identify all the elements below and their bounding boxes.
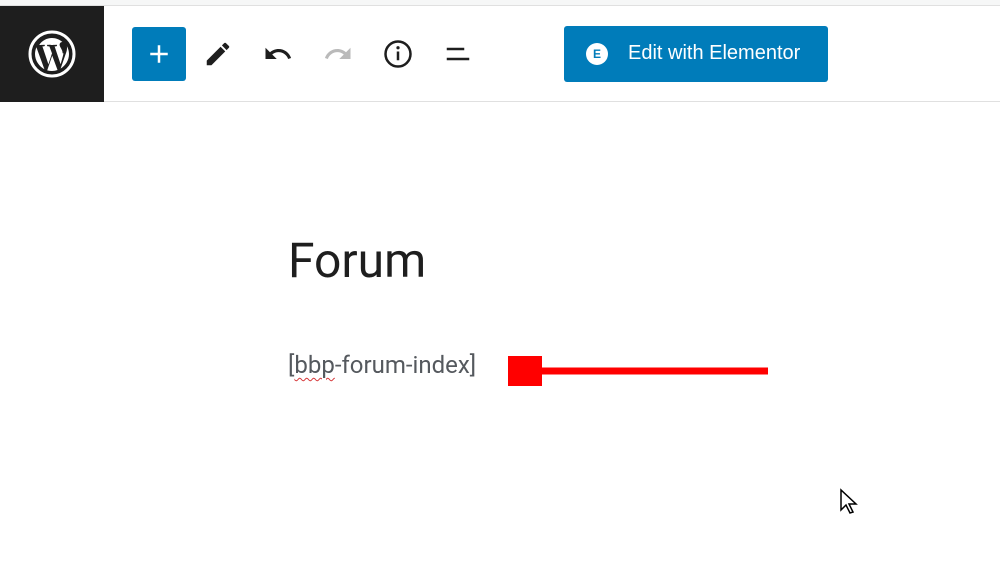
plus-icon — [144, 39, 174, 69]
undo-icon — [263, 39, 293, 69]
info-button[interactable] — [370, 26, 426, 82]
shortcode-block[interactable]: [bbp-forum-index] — [288, 351, 1000, 379]
edit-button[interactable] — [190, 26, 246, 82]
add-block-button[interactable] — [132, 27, 186, 81]
page-title[interactable]: Forum — [288, 232, 1000, 289]
outline-button[interactable] — [430, 26, 486, 82]
outline-icon — [443, 39, 473, 69]
editor-toolbar: E Edit with Elementor — [0, 6, 1000, 102]
shortcode-spellcheck-error: bbp — [294, 351, 334, 379]
toolbar-button-group — [104, 26, 486, 82]
edit-with-elementor-button[interactable]: E Edit with Elementor — [564, 26, 828, 82]
wordpress-icon — [28, 30, 76, 78]
info-icon — [383, 39, 413, 69]
elementor-icon: E — [586, 43, 608, 65]
redo-button[interactable] — [310, 26, 366, 82]
redo-icon — [323, 39, 353, 69]
wordpress-logo-button[interactable] — [0, 6, 104, 102]
elementor-button-label: Edit with Elementor — [628, 42, 800, 65]
editor-content-area[interactable]: Forum [bbp-forum-index] — [0, 102, 1000, 379]
shortcode-rest: -forum-index] — [335, 351, 476, 379]
pencil-icon — [203, 39, 233, 69]
undo-button[interactable] — [250, 26, 306, 82]
mouse-cursor — [838, 488, 860, 520]
